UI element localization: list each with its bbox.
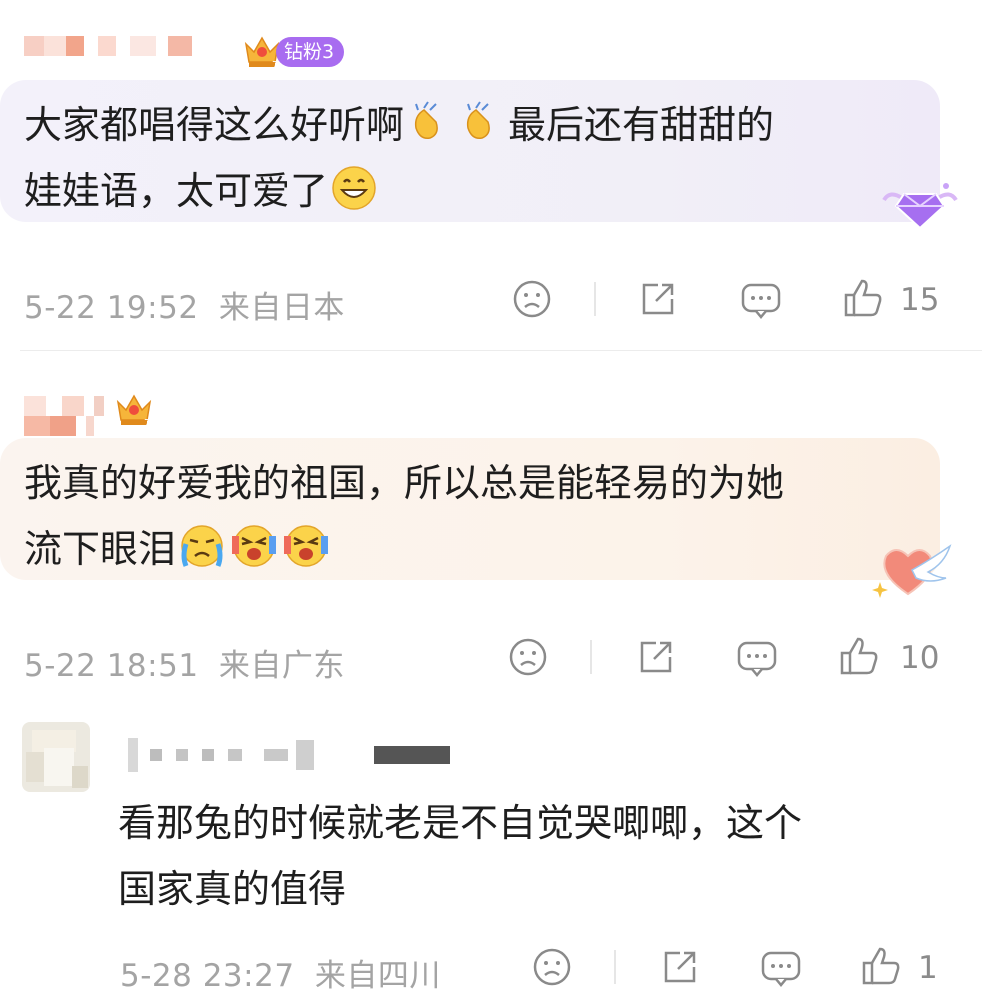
like-count: 15 — [900, 282, 940, 318]
comment-icon[interactable] — [740, 280, 782, 320]
comment-text: 最后还有甜甜的 — [508, 103, 775, 147]
svg-text:7: 7 — [144, 418, 150, 428]
crown-badge-icon: 7 — [116, 394, 152, 428]
thumbs-up-icon[interactable] — [838, 635, 880, 677]
comment-meta: 5-22 18:51 来自广东 — [24, 640, 345, 685]
crying-face-emoji-icon — [181, 525, 223, 567]
frown-face-icon[interactable] — [532, 947, 572, 987]
comment-text: 看那兔的时候就老是不自觉哭唧唧，这个 — [118, 801, 803, 845]
avatar[interactable] — [22, 722, 90, 792]
clapping-hands-emoji-icon — [466, 101, 490, 140]
diamond-fan-decoration-icon — [882, 183, 958, 230]
share-icon[interactable] — [636, 637, 676, 677]
username-blurred[interactable] — [24, 396, 104, 436]
comment-bubble: 大家都唱得这么好听啊 最后还有甜甜的 娃娃语，太可爱了 — [0, 80, 940, 222]
clapping-hands-emoji-icon — [414, 101, 438, 140]
comment-separator — [20, 350, 982, 351]
comment-icon[interactable] — [760, 948, 802, 988]
comment-meta: 5-22 19:52 来自日本 — [24, 282, 345, 327]
location: 来自广东 — [218, 648, 345, 684]
excited-tears-emoji-icon — [232, 525, 277, 567]
timestamp: 5-22 18:51 — [24, 648, 199, 684]
location: 来自日本 — [218, 290, 345, 326]
action-divider — [590, 640, 592, 674]
frown-face-icon[interactable] — [512, 279, 552, 319]
username-blurred[interactable] — [128, 738, 450, 772]
thumbs-up-icon[interactable] — [860, 945, 902, 987]
share-icon[interactable] — [660, 947, 700, 987]
like-count: 10 — [900, 640, 940, 676]
comment-text: 娃娃语，太可爱了 — [24, 169, 329, 213]
heart-dove-decoration-icon — [872, 544, 952, 598]
action-divider — [614, 950, 616, 984]
svg-text:7: 7 — [272, 60, 278, 70]
comment-icon[interactable] — [736, 638, 778, 678]
timestamp: 5-28 23:27 — [120, 958, 295, 994]
comment-meta: 5-28 23:27 来自四川 — [120, 950, 441, 995]
comment-text: 大家都唱得这么好听啊 — [24, 103, 405, 147]
comment-text: 我真的好爱我的祖国，所以总是能轻易的为她 — [24, 461, 785, 505]
comment-text: 流下眼泪 — [24, 527, 177, 571]
grinning-face-emoji-icon — [332, 166, 376, 210]
reply-text: 看那兔的时候就老是不自觉哭唧唧，这个 国家真的值得 — [118, 790, 938, 922]
like-count: 1 — [918, 950, 938, 986]
share-icon[interactable] — [638, 279, 678, 319]
frown-face-icon[interactable] — [508, 637, 548, 677]
thumbs-up-icon[interactable] — [842, 277, 884, 319]
comment-bubble: 我真的好爱我的祖国，所以总是能轻易的为她 流下眼泪 — [0, 438, 940, 580]
location: 来自四川 — [314, 958, 441, 994]
timestamp: 5-22 19:52 — [24, 290, 199, 326]
comment-text: 国家真的值得 — [118, 867, 347, 911]
excited-tears-emoji-icon — [284, 525, 329, 567]
action-divider — [594, 282, 596, 316]
username-blurred[interactable] — [24, 36, 192, 56]
fan-level-badge: 钻粉3 — [276, 37, 345, 67]
